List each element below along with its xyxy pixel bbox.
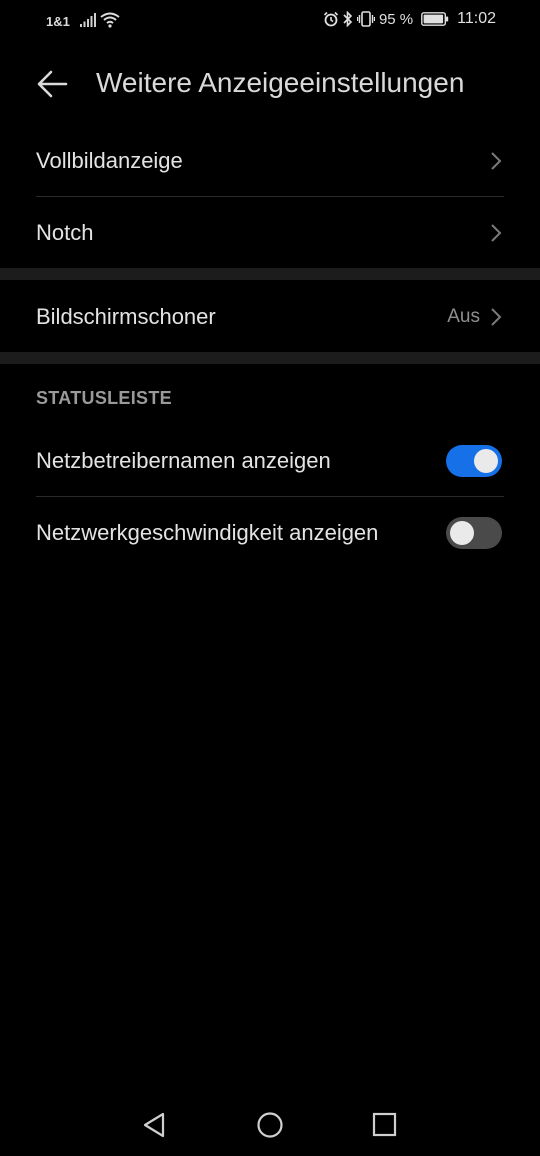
section-separator [0, 268, 540, 280]
alarm-icon [323, 11, 339, 27]
signal-icon [79, 13, 96, 30]
fullscreen-display-label: Vollbildanzeige [36, 148, 183, 173]
carrier-name: 1&1 [46, 14, 70, 29]
show-carrier-name-label: Netzbetreibernamen anzeigen [36, 448, 331, 473]
nav-back-button[interactable] [140, 1110, 170, 1140]
section-header-statusbar: STATUSLEISTE [36, 388, 172, 408]
nav-home-button[interactable] [255, 1110, 285, 1140]
toggle-knob [450, 521, 474, 545]
battery-percentage: 95 % [378, 10, 414, 28]
show-carrier-name-row[interactable]: Netzbetreibernamen anzeigen [36, 425, 504, 497]
show-carrier-name-toggle[interactable] [446, 445, 502, 477]
nav-recents-button[interactable] [370, 1110, 400, 1140]
show-network-speed-label: Netzwerkgeschwindigkeit anzeigen [36, 520, 379, 545]
toggle-knob [474, 449, 498, 473]
vibrate-icon [356, 11, 375, 27]
arrow-left-icon [37, 70, 68, 98]
chevron-right-icon [491, 308, 502, 326]
app-header: Weitere Anzeigeeinstellungen [0, 58, 540, 110]
chevron-right-icon [491, 224, 502, 242]
show-network-speed-toggle[interactable] [446, 517, 502, 549]
navigation-bar [0, 1096, 540, 1156]
notch-row[interactable]: Notch [36, 197, 504, 269]
home-circle-icon [257, 1112, 283, 1138]
wifi-icon [100, 12, 120, 31]
screensaver-value: Aus [447, 306, 480, 327]
back-triangle-icon [143, 1112, 165, 1138]
screensaver-row[interactable]: Bildschirmschoner Aus [36, 281, 504, 353]
battery-icon [421, 12, 449, 26]
status-bar: 1&1 95 % 11:02 [0, 0, 540, 40]
fullscreen-display-row[interactable]: Vollbildanzeige [36, 125, 504, 197]
chevron-right-icon [491, 152, 502, 170]
back-button[interactable] [36, 68, 70, 100]
status-bar-right: 95 % 11:02 [323, 10, 496, 28]
section-separator [0, 352, 540, 364]
show-network-speed-row[interactable]: Netzwerkgeschwindigkeit anzeigen [36, 497, 504, 569]
status-bar-left: 1&1 [46, 12, 120, 31]
clock: 11:02 [457, 10, 496, 27]
recents-square-icon [372, 1112, 397, 1137]
notch-label: Notch [36, 220, 94, 245]
page-title: Weitere Anzeigeeinstellungen [96, 67, 465, 98]
screensaver-label: Bildschirmschoner [36, 304, 216, 329]
bluetooth-icon [343, 11, 353, 27]
